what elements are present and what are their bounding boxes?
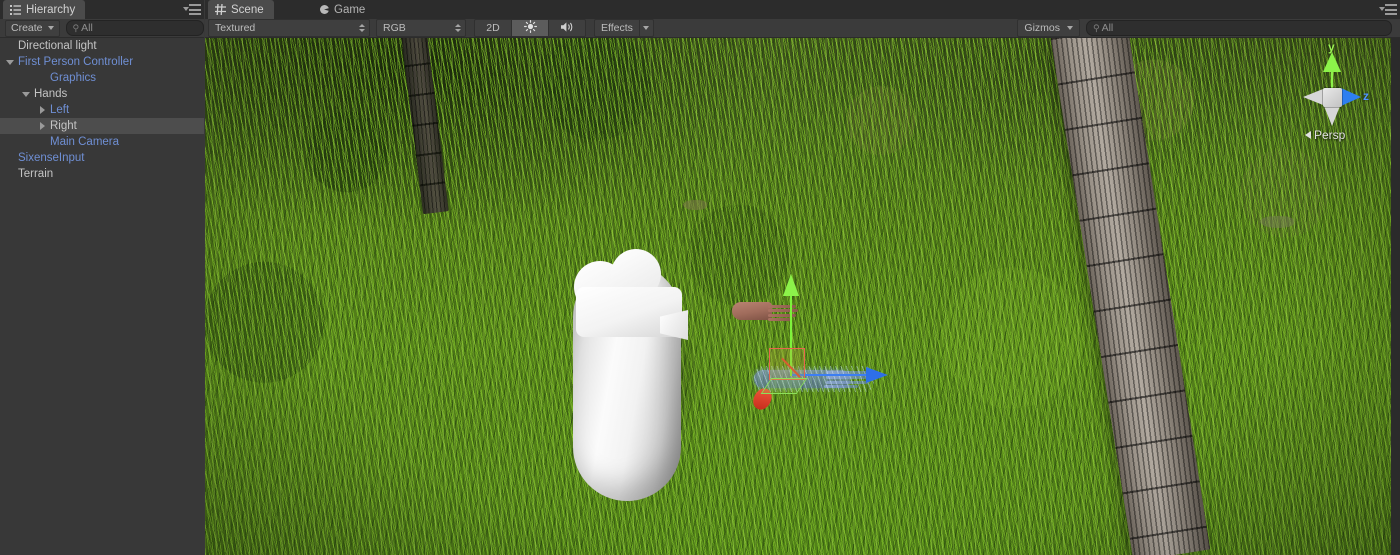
hierarchy-item-label: Main Camera xyxy=(50,136,120,148)
hierarchy-item-label: SixenseInput xyxy=(18,152,85,164)
updown-arrows-icon xyxy=(359,24,365,32)
chevron-down-icon xyxy=(47,26,54,30)
twisty-collapsed-icon[interactable] xyxy=(36,102,48,118)
hierarchy-tree: Directional light First Person Controller… xyxy=(0,38,204,555)
twisty-expanded-icon[interactable] xyxy=(4,54,16,70)
toggle-2d-button[interactable]: 2D xyxy=(474,19,512,37)
hierarchy-item-main-camera[interactable]: Main Camera xyxy=(0,134,204,150)
hierarchy-item-first-person-controller[interactable]: First Person Controller xyxy=(0,54,204,70)
scene-tabstrip: Scene Game xyxy=(205,0,1400,19)
toggle-lighting-button[interactable] xyxy=(511,19,549,37)
unity-editor-window: Hierarchy Create ⚲ All Directional light… xyxy=(0,0,1400,555)
tab-scene-label: Scene xyxy=(231,3,264,16)
orientation-x-negative-cone-icon[interactable] xyxy=(1303,89,1323,105)
effects-control: Effects xyxy=(594,19,654,37)
draw-mode-dropdown[interactable]: Textured xyxy=(208,19,370,37)
orientation-z-label: z xyxy=(1363,89,1369,103)
orientation-center-cube[interactable] xyxy=(1323,88,1342,107)
chevron-left-icon xyxy=(1305,131,1311,139)
hierarchy-item-label: Hands xyxy=(34,88,68,100)
hierarchy-item-terrain[interactable]: Terrain xyxy=(0,166,204,182)
gamepad-icon xyxy=(320,5,329,14)
tab-game[interactable]: Game xyxy=(313,0,375,19)
sun-icon xyxy=(523,20,537,36)
hierarchy-panel-options-icon[interactable] xyxy=(183,4,201,16)
scene-viewport[interactable]: y z Persp xyxy=(205,38,1391,555)
color-mode-label: RGB xyxy=(383,22,406,34)
orientation-y-negative-cone-icon[interactable] xyxy=(1324,106,1340,126)
projection-toggle[interactable]: Persp xyxy=(1305,128,1345,142)
hierarchy-item-label: First Person Controller xyxy=(18,56,134,68)
draw-mode-label: Textured xyxy=(215,22,256,34)
list-icon xyxy=(10,4,21,15)
chevron-down-icon xyxy=(1067,26,1073,30)
scene-view-toolbar: Textured RGB 2D Effects Gizmos ⚲ All xyxy=(205,19,1400,38)
twisty-expanded-icon[interactable] xyxy=(20,86,32,102)
updown-arrows-icon xyxy=(455,24,461,32)
hierarchy-item-left[interactable]: Left xyxy=(0,102,204,118)
scene-panel: Scene Game Textured RGB 2D Effects Gizmo… xyxy=(205,0,1400,555)
hierarchy-search-input[interactable]: ⚲ All xyxy=(65,20,204,36)
tab-game-label: Game xyxy=(334,3,366,16)
grid-icon xyxy=(215,4,226,15)
viewport-vignette xyxy=(205,38,1391,555)
projection-label: Persp xyxy=(1314,128,1346,142)
tab-scene[interactable]: Scene xyxy=(208,0,274,19)
gizmos-label: Gizmos xyxy=(1024,22,1060,34)
hierarchy-toolbar: Create ⚲ All xyxy=(0,19,204,38)
effects-button[interactable]: Effects xyxy=(594,19,640,37)
speaker-icon xyxy=(560,21,575,36)
hierarchy-item-graphics[interactable]: Graphics xyxy=(0,70,204,86)
hierarchy-item-label: Graphics xyxy=(50,72,97,84)
create-button[interactable]: Create xyxy=(5,19,60,37)
gizmos-dropdown[interactable]: Gizmos xyxy=(1017,19,1080,37)
hierarchy-item-hands[interactable]: Hands xyxy=(0,86,204,102)
scene-search-input[interactable]: ⚲ All xyxy=(1086,20,1392,36)
hierarchy-item-label: Right xyxy=(50,120,77,132)
hierarchy-item-label: Directional light xyxy=(18,40,97,52)
viewport-right-edge xyxy=(1391,38,1400,555)
create-button-label: Create xyxy=(11,22,43,34)
color-mode-dropdown[interactable]: RGB xyxy=(376,19,466,37)
effects-label: Effects xyxy=(601,22,633,34)
tab-hierarchy[interactable]: Hierarchy xyxy=(3,0,86,19)
twisty-collapsed-icon[interactable] xyxy=(36,118,48,134)
scene-panel-options-icon[interactable] xyxy=(1379,4,1397,16)
hierarchy-tabstrip: Hierarchy xyxy=(0,0,204,19)
hierarchy-item-sixenseinput[interactable]: SixenseInput xyxy=(0,150,204,166)
scene-search-value: All xyxy=(1101,22,1114,34)
hierarchy-item-label: Terrain xyxy=(18,168,54,180)
search-icon: ⚲ xyxy=(1093,22,1100,33)
toggle-audio-button[interactable] xyxy=(548,19,586,37)
orientation-y-stem xyxy=(1331,68,1333,90)
tab-hierarchy-label: Hierarchy xyxy=(26,3,76,16)
hierarchy-item-right[interactable]: Right xyxy=(0,118,204,134)
effects-dropdown-button[interactable] xyxy=(639,19,654,37)
hierarchy-item-directional-light[interactable]: Directional light xyxy=(0,38,204,54)
orientation-z-cone-icon[interactable] xyxy=(1341,88,1361,106)
scene-view-toggles: 2D xyxy=(474,19,586,37)
chevron-down-icon xyxy=(643,26,650,30)
hierarchy-item-label: Left xyxy=(50,104,70,116)
hierarchy-panel: Hierarchy Create ⚲ All Directional light… xyxy=(0,0,204,555)
orientation-gizmo[interactable]: y z Persp xyxy=(1287,40,1373,150)
hierarchy-search-value: All xyxy=(81,22,93,34)
search-icon: ⚲ xyxy=(72,22,80,33)
toggle-2d-label: 2D xyxy=(486,22,500,34)
